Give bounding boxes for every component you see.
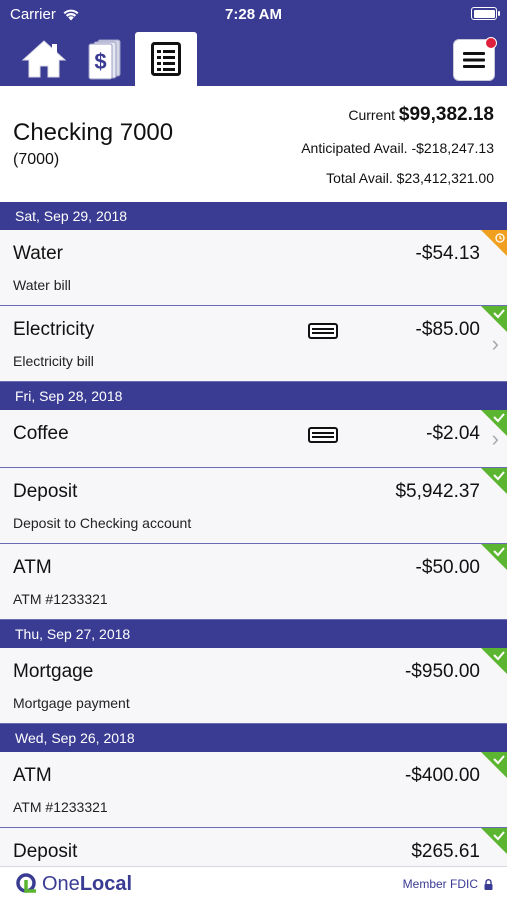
account-summary: Checking 7000 (7000) Current $99,382.18 … [0, 86, 507, 202]
home-icon [21, 40, 67, 78]
transaction-row[interactable]: Water Water bill -$54.13 [0, 230, 507, 306]
transaction-amount: -$50.00 [415, 557, 480, 578]
transaction-row[interactable]: Mortgage Mortgage payment -$950.00 [0, 648, 507, 724]
account-name: Checking 7000 [13, 119, 174, 146]
transaction-row[interactable]: ATM ATM #1233321 -$50.00 [0, 544, 507, 620]
anticipated-balance-value: -$218,247.13 [411, 140, 494, 156]
menu-button[interactable] [453, 37, 497, 81]
onelocal-logo-icon [16, 873, 36, 893]
transaction-description: Mortgage payment [13, 695, 130, 711]
total-balance-value: $23,412,321.00 [396, 170, 494, 186]
svg-text:$: $ [94, 49, 106, 74]
clock: 7:28 AM [225, 6, 282, 23]
transaction-row[interactable]: ATM ATM #1233321 -$400.00 [0, 752, 507, 828]
lock-icon [484, 878, 493, 890]
transaction-description: ATM #1233321 [13, 591, 108, 607]
fdic-label: Member FDIC [402, 877, 478, 891]
cleared-status-icon [481, 544, 507, 570]
transaction-amount: -$85.00 [415, 319, 480, 340]
register-icon [151, 42, 181, 76]
fdic-notice: Member FDIC [403, 877, 493, 891]
date-header: Thu, Sep 27, 2018 [0, 620, 507, 648]
transaction-name: Electricity [13, 319, 95, 340]
chevron-right-icon: › [491, 426, 499, 451]
date-header: Wed, Sep 26, 2018 [0, 724, 507, 752]
cleared-status-icon [481, 752, 507, 778]
date-header: Sat, Sep 29, 2018 [0, 202, 507, 230]
transaction-amount: -$950.00 [404, 661, 480, 682]
transaction-name: Mortgage [13, 661, 94, 682]
cleared-status-icon [481, 306, 507, 332]
cleared-status-icon [481, 648, 507, 674]
money-icon: $ [88, 39, 121, 80]
transaction-amount: -$54.13 [415, 243, 480, 264]
total-balance-label: Total Avail. [326, 170, 393, 186]
tab-transfers[interactable]: $ [74, 32, 136, 86]
footer: OneLocal Member FDIC [0, 866, 507, 900]
pending-status-icon [481, 230, 507, 256]
transaction-row[interactable]: Deposit $265.61 [0, 828, 507, 866]
chevron-right-icon: › [491, 331, 499, 356]
total-balance: Total Avail. $23,412,321.00 [326, 170, 494, 186]
hamburger-menu-icon [463, 52, 485, 68]
transaction-amount: -$2.04 [426, 423, 480, 444]
date-header: Fri, Sep 28, 2018 [0, 382, 507, 410]
transaction-name: Water [13, 243, 63, 264]
card-icon [308, 323, 338, 339]
current-balance: Current $99,382.18 [348, 104, 494, 126]
top-bar: Carrier 7:28 AM $ [0, 0, 507, 86]
transaction-row[interactable]: Coffee -$2.04 › [0, 410, 507, 468]
card-icon [308, 427, 338, 443]
transaction-name: Deposit [13, 841, 78, 862]
transaction-list[interactable]: Sat, Sep 29, 2018 Water Water bill -$54.… [0, 202, 507, 866]
logo-wordmark: OneLocal [42, 872, 133, 895]
tab-register[interactable] [135, 32, 197, 86]
transaction-amount: -$400.00 [404, 765, 480, 786]
transaction-row[interactable]: Electricity Electricity bill -$85.00 › [0, 306, 507, 382]
account-number: (7000) [13, 151, 60, 168]
notification-badge [485, 37, 497, 49]
transaction-description: Electricity bill [13, 353, 94, 369]
cleared-status-icon [481, 828, 507, 854]
transaction-amount: $5,942.37 [395, 481, 480, 502]
transaction-name: Coffee [13, 423, 69, 444]
transaction-name: ATM [13, 557, 52, 578]
status-bar: Carrier 7:28 AM [0, 0, 507, 28]
transaction-name: Deposit [13, 481, 78, 502]
transaction-name: ATM [13, 765, 52, 786]
transaction-amount: $265.61 [411, 841, 480, 862]
transaction-row[interactable]: Deposit Deposit to Checking account $5,9… [0, 468, 507, 544]
anticipated-balance-label: Anticipated Avail. [301, 140, 408, 156]
anticipated-balance: Anticipated Avail. -$218,247.13 [301, 140, 494, 156]
current-balance-label: Current [348, 107, 396, 123]
current-balance-value: $99,382.18 [398, 104, 494, 125]
transaction-description: ATM #1233321 [13, 799, 108, 815]
transaction-description: Water bill [13, 277, 71, 293]
onelocal-logo: OneLocal [15, 872, 132, 896]
cleared-status-icon [481, 468, 507, 494]
tab-home[interactable] [13, 32, 75, 86]
transaction-description: Deposit to Checking account [13, 515, 192, 531]
battery-icon [471, 7, 500, 20]
